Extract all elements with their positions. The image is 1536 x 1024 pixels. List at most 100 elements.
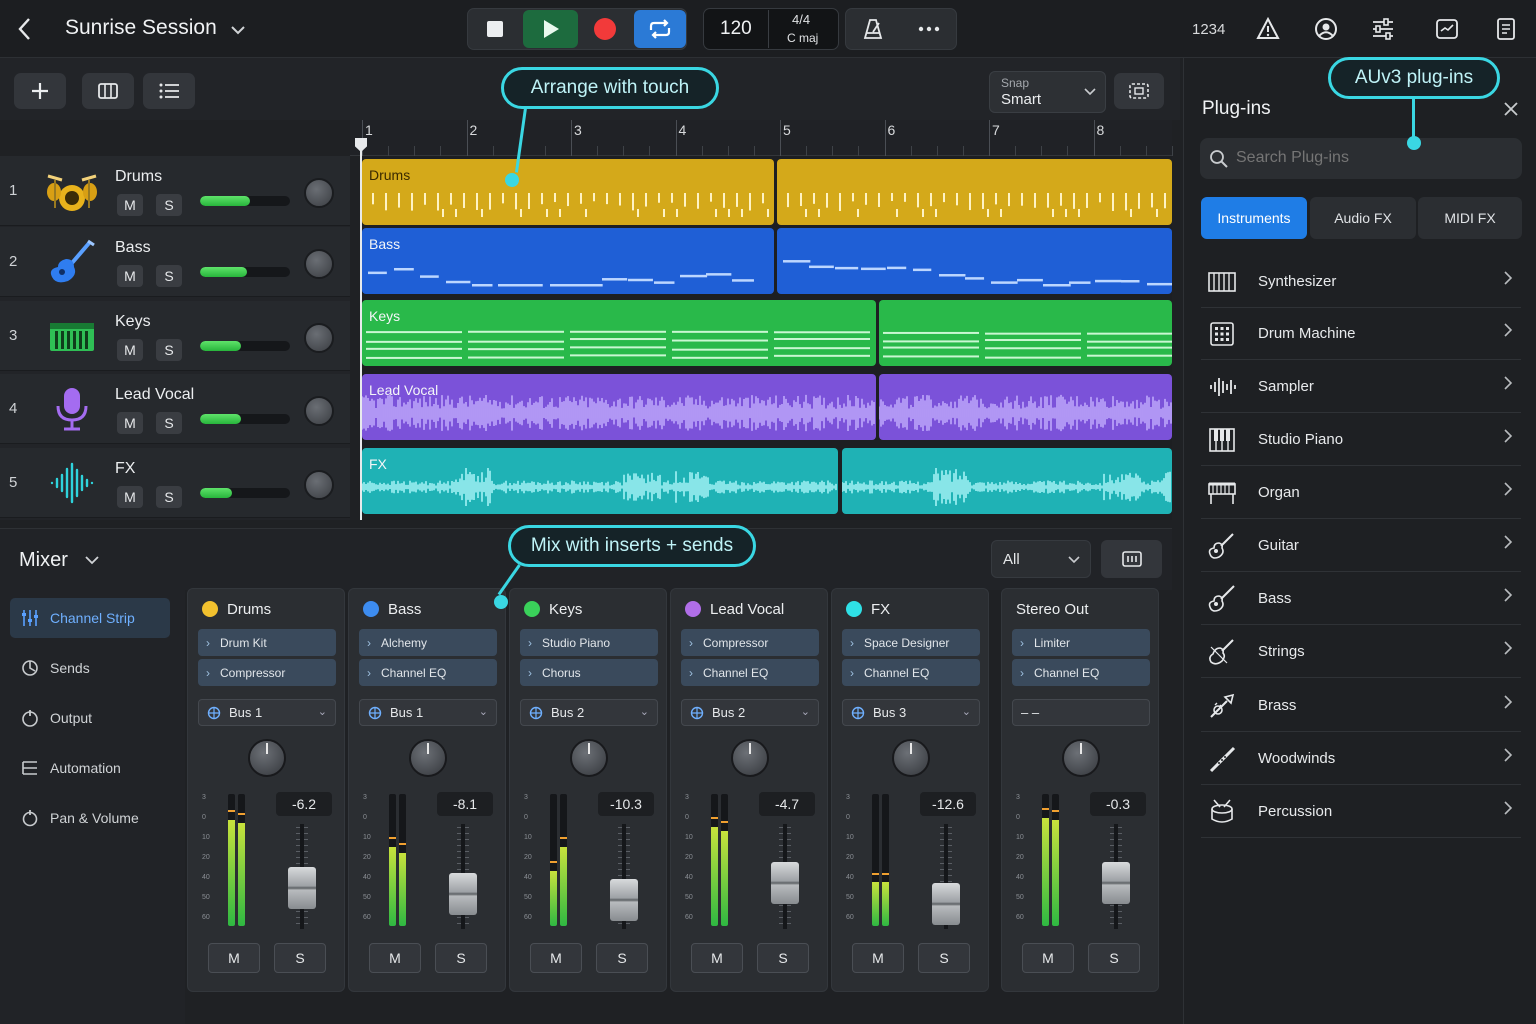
project-title[interactable]: Sunrise Session [65,16,217,40]
strip-solo-button[interactable]: S [918,943,970,973]
mixer-filter-dropdown[interactable]: All [991,540,1091,578]
view-toggle-button[interactable] [82,73,134,109]
track-pan-knob[interactable] [304,178,334,208]
cycle-button[interactable] [634,10,686,48]
strip-mute-button[interactable]: M [852,943,904,973]
track-solo-button[interactable]: S [156,194,182,216]
db-readout[interactable]: -12.6 [920,792,976,816]
record-button[interactable] [580,11,630,47]
tab-midi-fx[interactable]: MIDI FX [1418,197,1522,239]
volume-fader[interactable] [771,862,799,904]
more-button[interactable] [908,13,950,45]
strip-solo-button[interactable]: S [757,943,809,973]
track-name[interactable]: Drums [115,168,162,186]
track-header[interactable]: 3 Keys M S [0,301,350,371]
plugin-item[interactable]: Guitar [1201,520,1521,572]
track-mute-button[interactable]: M [117,194,143,216]
insert-slot[interactable]: › Space Designer [842,629,980,656]
track-mute-button[interactable]: M [117,412,143,434]
strip-name[interactable]: Bass [388,601,421,618]
insert-slot[interactable]: › Channel EQ [1012,659,1150,686]
track-name[interactable]: FX [115,460,135,478]
strip-mute-button[interactable]: M [369,943,421,973]
warning-button[interactable] [1254,14,1282,44]
strip-name[interactable]: FX [871,601,890,618]
track-pan-knob[interactable] [304,249,334,279]
track-volume-slider[interactable] [200,341,290,351]
strip-solo-button[interactable]: S [1088,943,1140,973]
mixer-side-pan-volume[interactable]: Pan & Volume [10,798,170,838]
track-solo-button[interactable]: S [156,265,182,287]
insert-slot[interactable]: › Compressor [681,629,819,656]
project-menu-button[interactable] [226,18,250,42]
strip-name[interactable]: Keys [549,601,582,618]
stop-button[interactable] [470,11,520,47]
track-header[interactable]: 5 FX M S [0,448,350,518]
track-pan-knob[interactable] [304,323,334,353]
strip-solo-button[interactable]: S [596,943,648,973]
pan-knob[interactable] [570,739,608,777]
plugin-item[interactable]: Strings [1201,626,1521,678]
track-mute-button[interactable]: M [117,486,143,508]
db-readout[interactable]: -0.3 [1090,792,1146,816]
insert-slot[interactable]: › Drum Kit [198,629,336,656]
mixer-view-button[interactable] [1101,540,1162,578]
insert-slot[interactable]: › Channel EQ [842,659,980,686]
db-readout[interactable]: -4.7 [759,792,815,816]
track-pan-knob[interactable] [304,470,334,500]
mixer-side-output[interactable]: Output [10,698,170,738]
snap-dropdown[interactable]: Snap Smart [989,71,1106,113]
plugin-item[interactable]: Sampler [1201,361,1521,413]
strip-mute-button[interactable]: M [530,943,582,973]
pan-knob[interactable] [409,739,447,777]
plugin-search-field[interactable] [1200,138,1522,179]
track-name[interactable]: Lead Vocal [115,386,194,404]
send-bus-selector[interactable]: Bus 2 ⌄ [681,699,819,726]
editor-button[interactable] [1432,14,1462,44]
tempo-display[interactable]: 120 [720,18,752,40]
track-name[interactable]: Bass [115,239,151,257]
back-button[interactable] [10,14,38,44]
region[interactable] [879,374,1172,440]
strip-name[interactable]: Lead Vocal [710,601,784,618]
volume-fader[interactable] [1102,862,1130,904]
track-volume-slider[interactable] [200,488,290,498]
strip-solo-button[interactable]: S [435,943,487,973]
track-list-button[interactable] [143,73,195,109]
track-name[interactable]: Keys [115,313,151,331]
chevron-down-icon[interactable] [85,556,99,565]
fit-view-button[interactable] [1114,73,1164,109]
insert-slot[interactable]: › Compressor [198,659,336,686]
add-track-button[interactable] [14,73,66,109]
pan-knob[interactable] [1062,739,1100,777]
region[interactable] [777,159,1172,225]
insert-slot[interactable]: › Channel EQ [681,659,819,686]
plugin-item[interactable]: Studio Piano [1201,414,1521,466]
region[interactable]: Lead Vocal [362,374,876,440]
send-bus-selector[interactable]: Bus 3 ⌄ [842,699,980,726]
region[interactable]: Drums [362,159,774,225]
insert-slot[interactable]: › Limiter [1012,629,1150,656]
pan-knob[interactable] [248,739,286,777]
track-mute-button[interactable]: M [117,265,143,287]
region[interactable] [842,448,1172,514]
region[interactable] [777,228,1172,294]
track-volume-slider[interactable] [200,267,290,277]
mixer-side-automation[interactable]: Automation [10,748,170,788]
track-solo-button[interactable]: S [156,486,182,508]
track-header[interactable]: 2 Bass M S [0,227,350,297]
plugin-item[interactable]: Drum Machine [1201,308,1521,360]
tab-audio-fx[interactable]: Audio FX [1310,197,1416,239]
strip-mute-button[interactable]: M [208,943,260,973]
close-button[interactable] [1502,100,1522,120]
mixer-title[interactable]: Mixer [19,549,68,572]
track-pan-knob[interactable] [304,396,334,426]
notes-button[interactable] [1491,14,1521,44]
arrange-area[interactable]: Drums Bass Keys Lead Vocal FX [362,156,1172,520]
account-button[interactable] [1311,14,1341,44]
tab-instruments[interactable]: Instruments [1201,197,1307,239]
strip-name[interactable]: Drums [227,601,271,618]
insert-slot[interactable]: › Channel EQ [359,659,497,686]
track-header[interactable]: 4 Lead Vocal M S [0,374,350,444]
timeline-ruler[interactable]: 1 2 3 4 5 6 7 8 [350,120,1173,156]
